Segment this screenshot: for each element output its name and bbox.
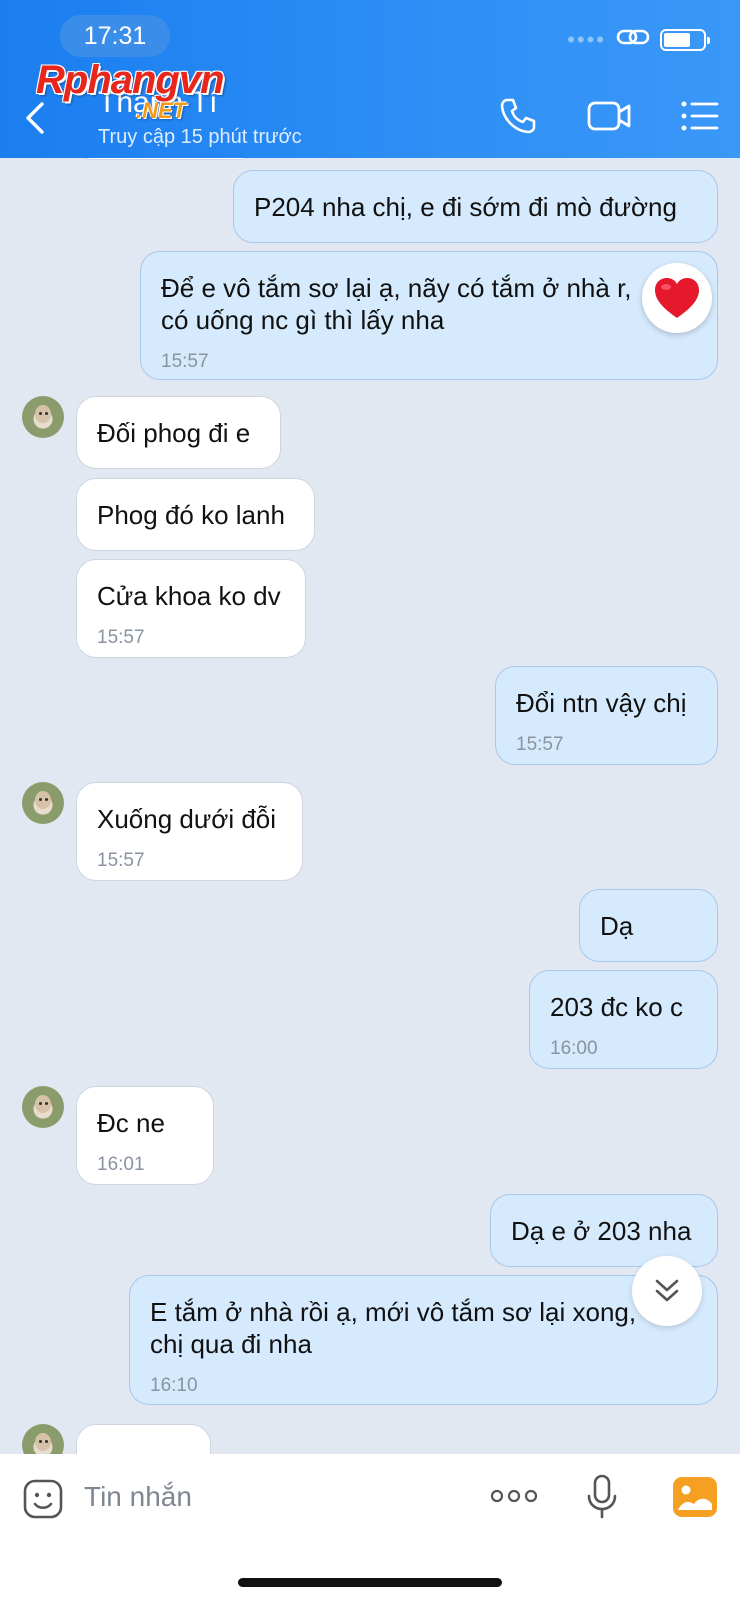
contact-avatar[interactable] [22, 1086, 64, 1128]
message-bubble[interactable]: P204 nha chị, e đi sớm đi mò đường [233, 170, 718, 243]
chat-header: 17:31 •••• Thanh Tí Truy cập 15 phút trư… [0, 0, 740, 158]
microphone-icon [587, 1474, 617, 1519]
message-bubble[interactable]: Cửa khoa ko dv 15:57 [76, 559, 306, 658]
message-text: Cửa khoa ko dv [97, 581, 281, 611]
message-bubble[interactable]: Phog đó ko lanh [76, 478, 315, 551]
status-icons: •••• [567, 26, 710, 53]
message-bubble[interactable]: Dạ [579, 889, 718, 962]
message-list[interactable]: P204 nha chị, e đi sớm đi mò đường Để e … [0, 158, 740, 1454]
options-menu-button[interactable] [680, 96, 720, 141]
message-time: 15:57 [97, 627, 145, 648]
status-time: 17:31 [60, 15, 170, 57]
scroll-to-bottom-button[interactable] [632, 1256, 702, 1326]
message-text: 203 đc ko c [550, 992, 683, 1022]
message-time: 15:57 [161, 351, 209, 372]
heart-reaction-button[interactable] [642, 263, 712, 333]
signal-dots: •••• [567, 26, 606, 52]
previous-message-edge [76, 158, 256, 160]
message-bubble[interactable]: Đổi ntn vậy chị 15:57 [495, 666, 718, 765]
message-input-bar [0, 1454, 740, 1600]
more-options-button[interactable] [490, 1488, 538, 1509]
message-text: Đổi ntn vậy chị [516, 688, 687, 718]
watermark-main: Rphangvn [36, 58, 225, 102]
message-bubble[interactable]: Để e vô tắm sơ lại ạ, nãy có tắm ở nhà r… [140, 251, 718, 380]
phone-call-button[interactable] [498, 96, 538, 141]
photo-icon [673, 1477, 717, 1517]
back-button[interactable] [22, 100, 52, 136]
sticker-face-icon [23, 1479, 63, 1519]
message-text: Dạ e ở 203 nha [511, 1216, 692, 1246]
list-menu-icon [681, 101, 719, 131]
contact-avatar[interactable] [22, 396, 64, 438]
contact-avatar[interactable] [22, 782, 64, 824]
message-text: Đối phog đi e [97, 418, 251, 448]
message-text: Phog đó ko lanh [97, 500, 285, 530]
chevron-left-icon [26, 102, 44, 134]
home-indicator [238, 1578, 502, 1587]
message-bubble[interactable]: Đc ne 16:01 [76, 1086, 214, 1185]
message-text: Xuống dưới đỗi [97, 804, 277, 834]
message-bubble[interactable]: E tắm ở nhà rồi ạ, mới vô tắm sơ lại xon… [129, 1275, 718, 1405]
contact-avatar[interactable] [22, 1424, 64, 1454]
message-bubble-partial[interactable] [76, 1424, 211, 1454]
voice-message-button[interactable] [586, 1474, 618, 1525]
link-icon [616, 26, 650, 53]
message-input[interactable] [84, 1472, 464, 1522]
message-bubble[interactable]: Xuống dưới đỗi 15:57 [76, 782, 303, 881]
message-time: 16:10 [150, 1375, 198, 1396]
message-time: 16:01 [97, 1154, 145, 1175]
phone-icon [500, 98, 536, 134]
message-bubble[interactable]: 203 đc ko c 16:00 [529, 970, 718, 1069]
video-call-button[interactable] [586, 96, 632, 141]
watermark-suffix: .NET [136, 98, 187, 123]
contact-status: Truy cập 15 phút trước [98, 126, 302, 148]
battery-icon [660, 28, 710, 51]
message-text: Dạ [600, 911, 634, 941]
message-text: P204 nha chị, e đi sớm đi mò đường [254, 192, 677, 222]
video-camera-icon [587, 101, 631, 131]
more-dots-icon [490, 1489, 538, 1503]
watermark-logo: Rphangvn .NET [36, 58, 225, 123]
message-time: 16:00 [550, 1038, 598, 1059]
message-text: Để e vô tắm sơ lại ạ, nãy có tắm ở nhà r… [161, 273, 632, 335]
message-time: 15:57 [516, 734, 564, 755]
sticker-button[interactable] [22, 1478, 64, 1525]
message-text: E tắm ở nhà rồi ạ, mới vô tắm sơ lại xon… [150, 1297, 637, 1359]
double-chevron-down-icon [655, 1279, 679, 1302]
message-bubble[interactable]: Dạ e ở 203 nha [490, 1194, 718, 1267]
message-time: 15:57 [97, 850, 145, 871]
message-text: Đc ne [97, 1108, 165, 1138]
photo-gallery-button[interactable] [672, 1476, 718, 1523]
message-bubble[interactable]: Đối phog đi e [76, 396, 281, 469]
heart-icon [655, 278, 699, 318]
